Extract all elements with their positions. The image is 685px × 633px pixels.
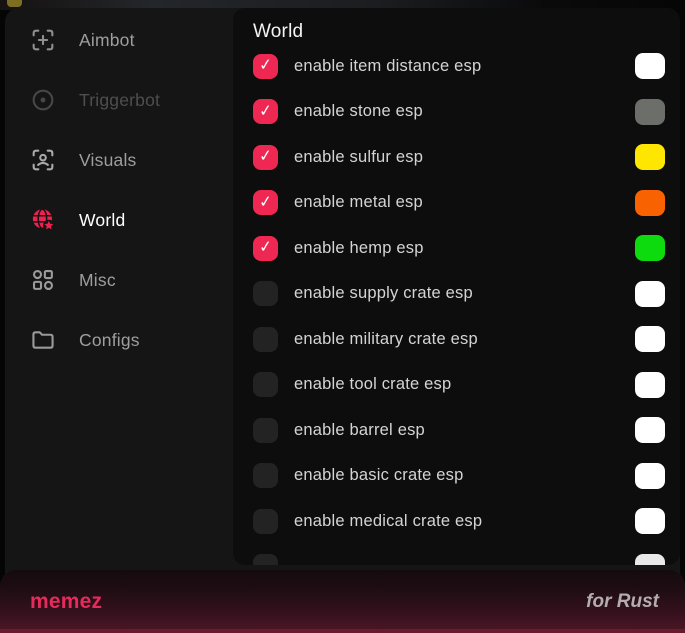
checkbox-tool-crate-esp[interactable] <box>253 372 278 397</box>
color-swatch[interactable] <box>635 417 665 443</box>
esp-row-partial <box>253 554 680 566</box>
color-swatch[interactable] <box>635 281 665 307</box>
esp-row-supply-crate: enable supply crate esp <box>253 281 680 307</box>
esp-row-label: enable metal esp <box>294 193 423 212</box>
color-swatch[interactable] <box>635 463 665 489</box>
checkmark-icon <box>258 148 273 165</box>
color-swatch[interactable] <box>635 326 665 352</box>
esp-row-label: enable hemp esp <box>294 239 424 258</box>
esp-row-sulfur: enable sulfur esp <box>253 144 680 170</box>
checkbox-supply-crate-esp[interactable] <box>253 281 278 306</box>
footer-bar: memez for Rust <box>0 570 685 633</box>
footer-tagline: for Rust <box>586 591 659 613</box>
shapes-grid-icon <box>29 266 57 294</box>
folder-icon <box>29 326 57 354</box>
world-panel: World enable item distance esp enable st… <box>233 8 680 565</box>
color-swatch[interactable] <box>635 235 665 261</box>
checkbox-stone-esp[interactable] <box>253 99 278 124</box>
esp-row-hemp: enable hemp esp <box>253 235 680 261</box>
checkbox-sulfur-esp[interactable] <box>253 145 278 170</box>
person-scan-icon <box>29 146 57 174</box>
esp-row-label: enable military crate esp <box>294 330 478 349</box>
esp-row-label: enable stone esp <box>294 102 423 121</box>
sidebar-item-visuals[interactable]: Visuals <box>5 130 233 190</box>
color-swatch[interactable] <box>635 372 665 398</box>
esp-row-label: enable sulfur esp <box>294 148 423 167</box>
esp-row-item-distance: enable item distance esp <box>253 53 680 79</box>
esp-row-label: enable barrel esp <box>294 421 425 440</box>
sidebar-item-label: Configs <box>79 330 140 351</box>
color-swatch[interactable] <box>635 554 665 566</box>
esp-row-label: enable supply crate esp <box>294 284 473 303</box>
checkmark-icon <box>258 194 273 211</box>
sidebar-item-label: Misc <box>79 270 116 291</box>
checkbox-metal-esp[interactable] <box>253 190 278 215</box>
color-swatch[interactable] <box>635 190 665 216</box>
esp-row-barrel: enable barrel esp <box>253 417 680 443</box>
trigger-circle-icon <box>29 86 57 114</box>
crosshair-icon <box>29 26 57 54</box>
checkbox-partial[interactable] <box>253 554 278 565</box>
esp-row-label: enable basic crate esp <box>294 466 464 485</box>
panel-title: World <box>253 21 680 43</box>
checkbox-item-distance-esp[interactable] <box>253 54 278 79</box>
sidebar-item-aimbot[interactable]: Aimbot <box>5 10 233 70</box>
esp-options-list: enable item distance esp enable stone es… <box>253 53 680 565</box>
esp-row-military-crate: enable military crate esp <box>253 326 680 352</box>
sidebar-item-label: World <box>79 210 125 231</box>
color-swatch[interactable] <box>635 508 665 534</box>
checkbox-hemp-esp[interactable] <box>253 236 278 261</box>
sidebar-item-configs[interactable]: Configs <box>5 310 233 370</box>
checkmark-icon <box>258 57 273 74</box>
checkmark-icon <box>258 103 273 120</box>
checkbox-military-crate-esp[interactable] <box>253 327 278 352</box>
esp-row-metal: enable metal esp <box>253 190 680 216</box>
brand-name: memez <box>30 590 102 614</box>
sidebar-item-misc[interactable]: Misc <box>5 250 233 310</box>
color-swatch[interactable] <box>635 53 665 79</box>
backdrop-blob <box>7 0 22 7</box>
esp-row-basic-crate: enable basic crate esp <box>253 463 680 489</box>
checkbox-basic-crate-esp[interactable] <box>253 463 278 488</box>
sidebar-item-label: Triggerbot <box>79 90 160 111</box>
globe-icon <box>29 206 57 234</box>
sidebar-item-label: Aimbot <box>79 30 135 51</box>
checkmark-icon <box>258 239 273 256</box>
checkbox-medical-crate-esp[interactable] <box>253 509 278 534</box>
sidebar: Aimbot Triggerbot Visuals <box>5 8 233 633</box>
esp-row-label: enable tool crate esp <box>294 375 451 394</box>
esp-row-label: enable item distance esp <box>294 57 481 76</box>
esp-row-label: enable medical crate esp <box>294 512 482 531</box>
esp-row-medical-crate: enable medical crate esp <box>253 508 680 534</box>
cheat-menu-window: Aimbot Triggerbot Visuals <box>5 8 680 633</box>
sidebar-item-world[interactable]: World <box>5 190 233 250</box>
color-swatch[interactable] <box>635 144 665 170</box>
esp-row-stone: enable stone esp <box>253 99 680 125</box>
sidebar-item-triggerbot[interactable]: Triggerbot <box>5 70 233 130</box>
color-swatch[interactable] <box>635 99 665 125</box>
checkbox-barrel-esp[interactable] <box>253 418 278 443</box>
sidebar-item-label: Visuals <box>79 150 137 171</box>
esp-row-tool-crate: enable tool crate esp <box>253 372 680 398</box>
